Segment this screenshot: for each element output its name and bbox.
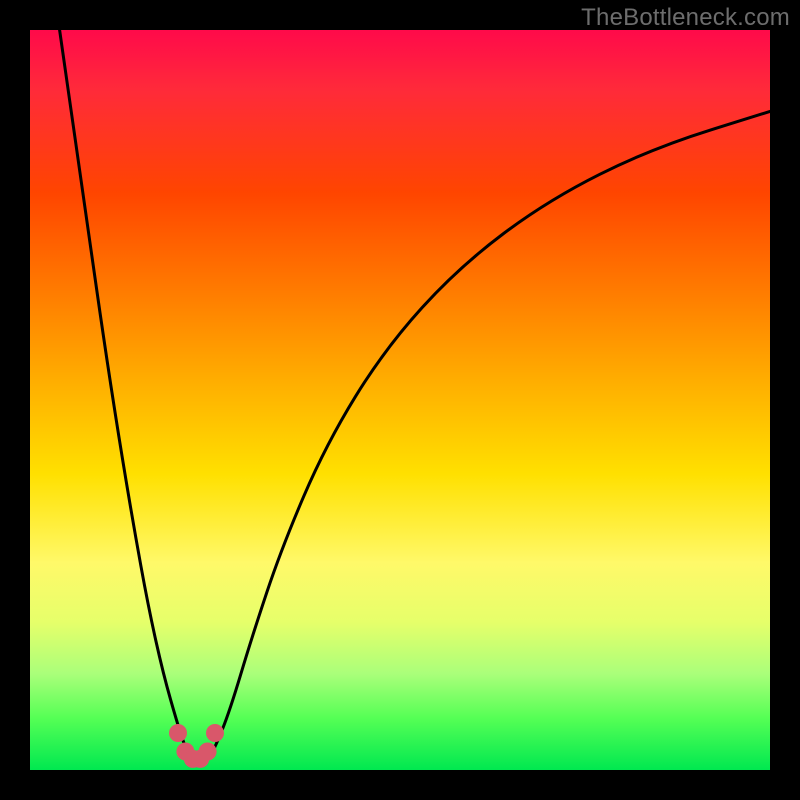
plot-area: [30, 30, 770, 770]
bottleneck-curve: [60, 30, 770, 762]
highlight-dot: [199, 743, 217, 761]
highlight-dot: [169, 724, 187, 742]
curve-svg: [30, 30, 770, 770]
chart-frame: TheBottleneck.com: [0, 0, 800, 800]
watermark-text: TheBottleneck.com: [581, 4, 790, 32]
highlight-dot: [206, 724, 224, 742]
